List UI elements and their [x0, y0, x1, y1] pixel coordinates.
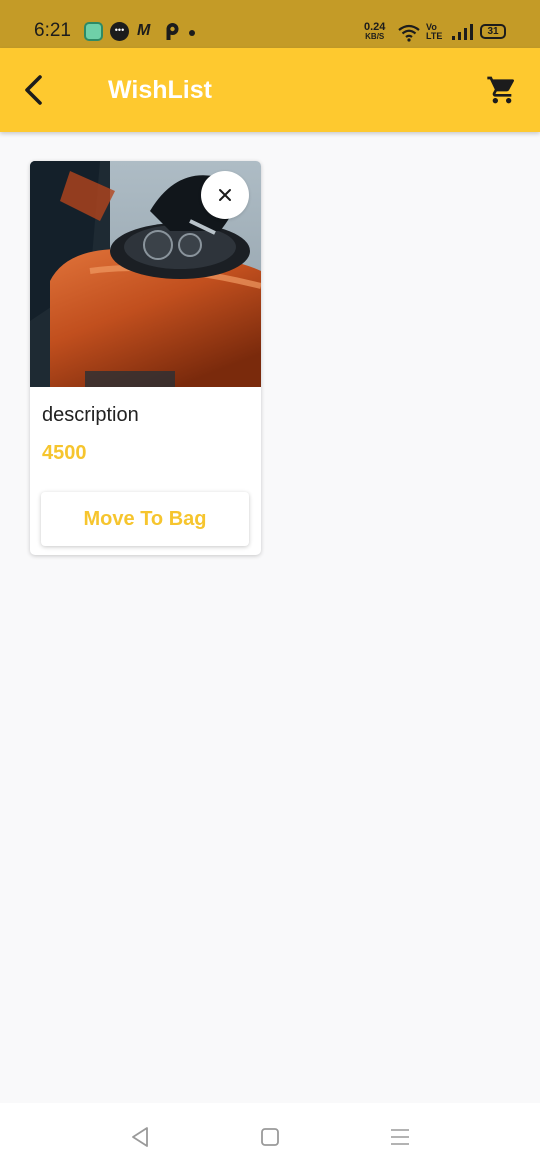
cart-button[interactable] — [482, 70, 522, 110]
page-title: WishList — [108, 76, 212, 104]
status-time: 6:21 — [34, 20, 71, 41]
p-notification-icon — [166, 23, 179, 40]
network-speed-unit: KB/S — [365, 32, 385, 41]
status-bar: 6:21 ••• M 0.24 KB/S Vo LTE 31 — [0, 0, 540, 48]
network-speed: 0.24 KB/S — [364, 22, 385, 42]
app-notification-icon — [84, 22, 103, 41]
product-image[interactable] — [30, 161, 261, 387]
remove-from-wishlist-button[interactable] — [201, 171, 249, 219]
wishlist-item-card[interactable]: description 4500 Move To Bag — [30, 161, 261, 555]
signal-icon — [452, 24, 473, 40]
volte-indicator: Vo LTE — [426, 23, 442, 41]
nav-menu-icon — [391, 1129, 409, 1145]
system-navigation-bar — [0, 1103, 540, 1170]
battery-icon: 31 — [480, 24, 506, 39]
shopping-cart-icon — [487, 76, 515, 104]
nav-home-icon — [261, 1128, 279, 1146]
nav-home-button[interactable] — [258, 1125, 282, 1149]
wifi-icon — [398, 24, 420, 42]
back-button[interactable] — [14, 70, 54, 110]
chat-notification-icon: ••• — [110, 22, 129, 41]
nav-menu-button[interactable] — [388, 1125, 412, 1149]
product-description: description — [42, 404, 139, 426]
m-notification-icon: M — [137, 22, 151, 39]
nav-back-button[interactable] — [128, 1125, 152, 1149]
chevron-left-icon — [25, 75, 42, 105]
volte-bottom: LTE — [426, 31, 443, 41]
close-icon — [219, 189, 231, 201]
app-bar: WishList — [0, 48, 540, 132]
move-to-bag-button[interactable]: Move To Bag — [41, 492, 249, 546]
nav-back-icon — [132, 1127, 148, 1147]
product-price: 4500 — [42, 442, 87, 464]
more-notifications-dot-icon — [189, 30, 195, 36]
